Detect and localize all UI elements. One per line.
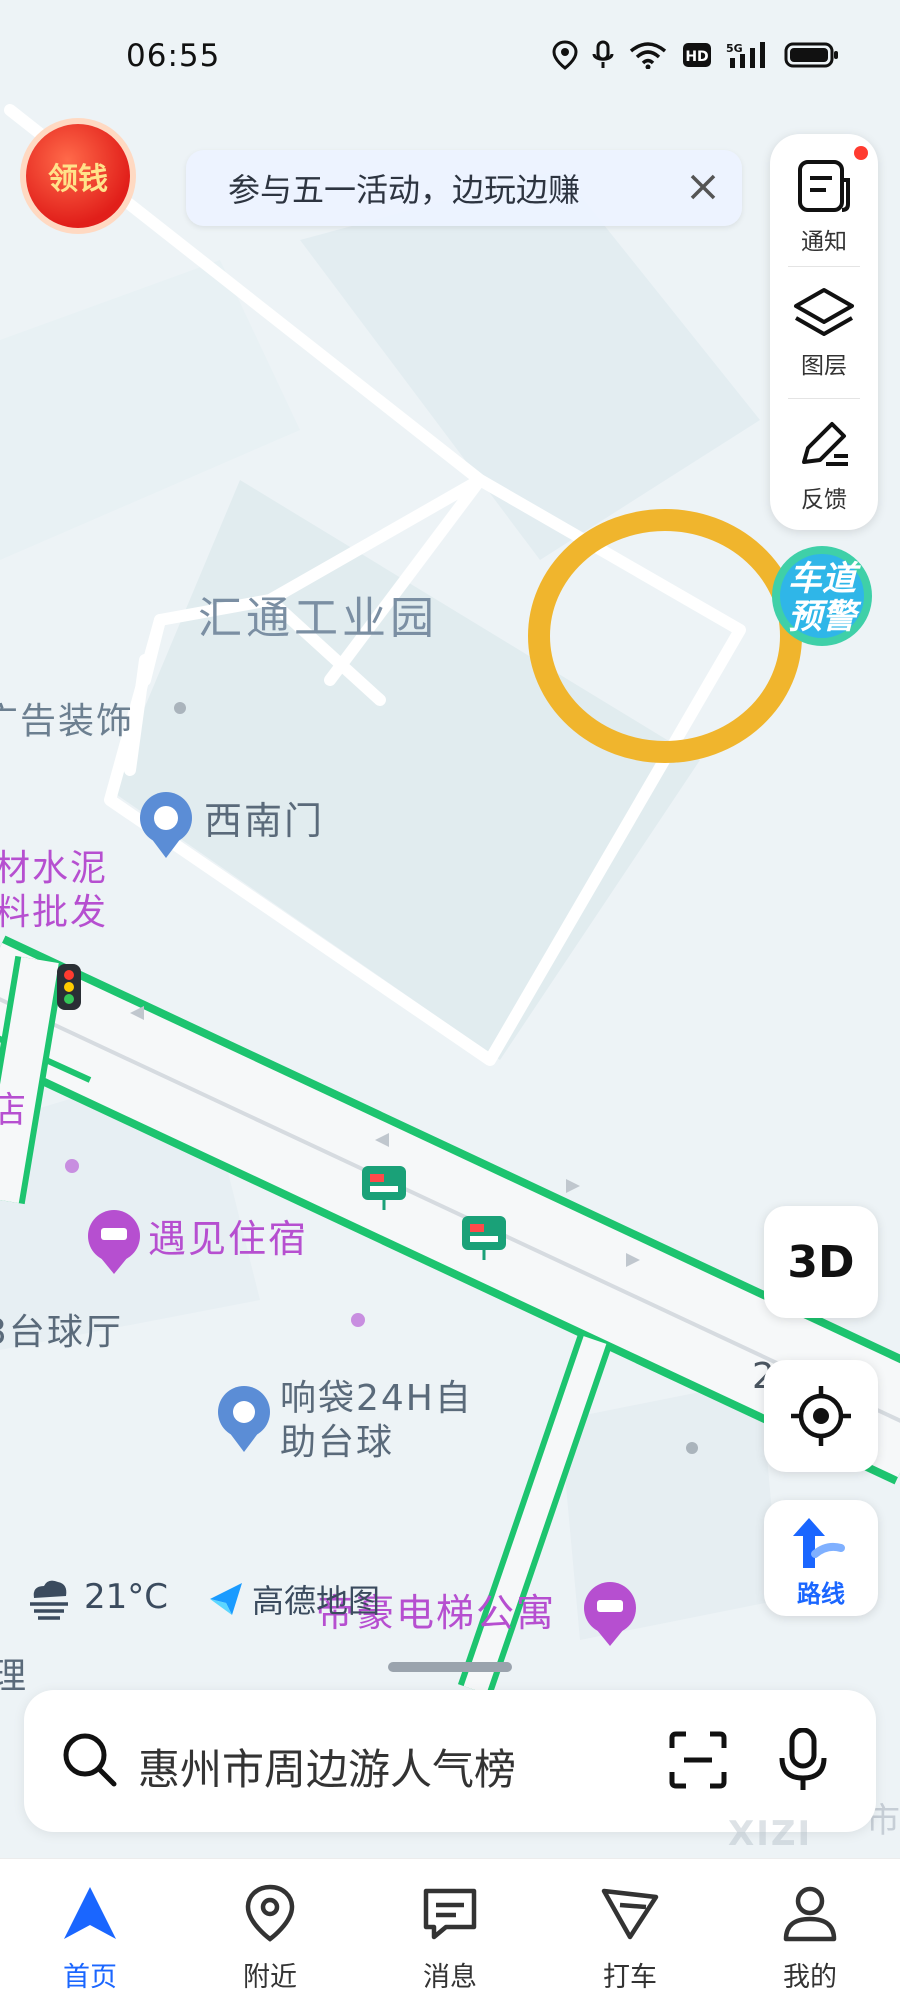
status-time: 06:55 [126, 38, 221, 74]
tab-taxi[interactable]: 打车 [570, 1859, 690, 2001]
feedback-label: 反馈 [801, 487, 847, 513]
map-tools-panel: 通知 图层 反馈 [770, 134, 878, 530]
close-icon[interactable] [680, 164, 726, 210]
layers-button[interactable]: 图层 [770, 268, 878, 396]
battery-icon [784, 42, 838, 68]
status-icons: HD 5G [552, 40, 840, 70]
traffic-light-icon [57, 964, 81, 1010]
label-billiard-fragment: 3台球厅 [0, 1312, 123, 1353]
user-icon [783, 1886, 837, 1942]
signal-5g-icon: 5G [726, 42, 765, 68]
earn-money-badge[interactable]: 领钱 [26, 124, 130, 228]
search-icon [63, 1733, 117, 1787]
brand-name: 高德地图 [252, 1582, 381, 1620]
tab-messages-label: 消息 [423, 1962, 477, 1993]
route-arrow-icon [793, 1518, 845, 1568]
microphone-icon[interactable] [778, 1728, 828, 1792]
cloudy-icon [30, 1580, 68, 1620]
label-left-fragment: 理 [0, 1656, 26, 1697]
layers-label: 图层 [801, 353, 847, 379]
route-label: 路线 [797, 1580, 845, 1608]
weather-widget[interactable]: 21°C [24, 1574, 168, 1620]
status-bar: 06:55 HD 5G [0, 0, 900, 110]
tab-home[interactable]: 首页 [30, 1859, 150, 2001]
layers-icon [794, 288, 854, 336]
search-placeholder: 惠州市周边游人气榜 [138, 1745, 517, 1794]
label-cement-1: 材水泥 [0, 848, 108, 889]
label-xiangdai-1: 响袋24H自 [280, 1378, 473, 1419]
tab-profile[interactable]: 我的 [750, 1859, 870, 2001]
tab-home-label: 首页 [63, 1962, 117, 1993]
locate-button[interactable] [764, 1360, 878, 1472]
svg-text:HD: HD [685, 49, 708, 65]
3d-label: 3D [787, 1236, 855, 1288]
label-cement-2: 料批发 [0, 892, 108, 933]
promo-banner[interactable]: 参与五一活动，边玩边赚 [186, 150, 742, 226]
navigation-arrow-icon [64, 1887, 116, 1939]
notice-badge [854, 146, 868, 160]
microphone-status-icon [592, 40, 614, 68]
label-decor: 广告装饰 [0, 701, 134, 742]
tab-messages[interactable]: 消息 [390, 1859, 510, 2001]
notice-label: 通知 [801, 229, 847, 255]
tab-taxi-label: 打车 [603, 1962, 657, 1993]
feedback-button[interactable]: 反馈 [770, 400, 878, 528]
amap-logo-icon [210, 1583, 242, 1615]
3d-mode-button[interactable]: 3D [764, 1206, 878, 1318]
label-shop-fragment: 店 [0, 1090, 26, 1131]
taxi-icon [601, 1888, 659, 1940]
sheet-drag-handle[interactable] [388, 1662, 512, 1672]
tab-nearby[interactable]: 附近 [210, 1859, 330, 2001]
svg-text:5G: 5G [726, 42, 743, 55]
scan-icon[interactable] [668, 1730, 728, 1790]
label-hotel: 遇见住宿 [148, 1217, 308, 1261]
location-icon [552, 40, 578, 70]
tab-nearby-label: 附近 [243, 1962, 297, 1993]
route-button[interactable]: 路线 [764, 1500, 878, 1616]
label-xiangdai-2: 助台球 [280, 1422, 394, 1463]
location-pin-icon [245, 1884, 295, 1942]
search-bar[interactable]: 惠州市周边游人气榜 [24, 1690, 876, 1832]
notice-icon [798, 160, 850, 212]
label-southwest-gate: 西南门 [204, 799, 324, 843]
lane-warning-line2: 预警 [788, 597, 862, 637]
label-industrial-park: 汇通工业园 [198, 593, 438, 644]
message-icon [423, 1888, 477, 1940]
earn-money-text: 领钱 [48, 162, 108, 197]
hd-icon: HD [683, 43, 711, 67]
promo-text: 参与五一活动，边玩边赚 [228, 171, 581, 209]
notice-button[interactable]: 通知 [770, 134, 878, 262]
wifi-icon [629, 42, 667, 69]
lane-warning-line1: 车道 [788, 559, 861, 599]
tab-profile-label: 我的 [783, 1962, 837, 1993]
watermark: XIZI [728, 1814, 813, 1854]
temperature: 21°C [84, 1577, 169, 1617]
lane-warning-icon[interactable]: 车道 预警 [762, 540, 880, 650]
brand-logo: 高德地图 [206, 1576, 380, 1622]
bottom-tab-bar: 首页 附近 消息 打车 我的 [0, 1858, 900, 2001]
edit-icon [802, 422, 848, 466]
crosshair-icon [791, 1386, 851, 1446]
